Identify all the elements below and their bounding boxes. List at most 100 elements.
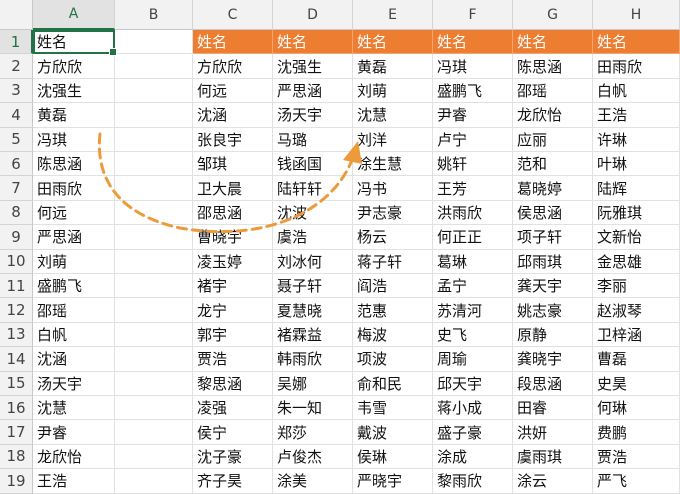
cell-c10[interactable]: 凌玉婷 [193, 249, 273, 274]
column-header-c[interactable]: C [193, 0, 273, 30]
cell-g11[interactable]: 龚天宇 [513, 274, 593, 299]
row-header[interactable]: 11 [0, 274, 33, 299]
cell-f17[interactable]: 盛子豪 [433, 420, 513, 445]
cell-g17[interactable]: 洪妍 [513, 420, 593, 445]
row-header[interactable]: 18 [0, 444, 33, 470]
cell-a5[interactable]: 冯琪 [33, 127, 115, 152]
cell-d18[interactable]: 卢俊杰 [273, 444, 353, 470]
cell-f9[interactable]: 何正正 [433, 225, 513, 250]
cell-h14[interactable]: 曹磊 [593, 347, 680, 372]
cell-b2[interactable] [115, 54, 193, 79]
cell-a6[interactable]: 陈思涵 [33, 152, 115, 177]
cell-d10[interactable]: 刘冰何 [273, 249, 353, 274]
cell-e3[interactable]: 刘萌 [353, 78, 433, 104]
cell-f5[interactable]: 卢宁 [433, 127, 513, 152]
cell-g15[interactable]: 段思涵 [513, 371, 593, 396]
cell-h1[interactable]: 姓名 [593, 30, 680, 55]
cell-g13[interactable]: 原静 [513, 322, 593, 348]
row-header[interactable]: 5 [0, 127, 33, 152]
cell-a2[interactable]: 方欣欣 [33, 54, 115, 79]
cell-f18[interactable]: 涂成 [433, 444, 513, 470]
cell-e4[interactable]: 沈慧 [353, 103, 433, 128]
cell-g3[interactable]: 邵瑶 [513, 78, 593, 104]
cell-h5[interactable]: 许琳 [593, 127, 680, 152]
row-header[interactable]: 16 [0, 396, 33, 421]
cell-h12[interactable]: 赵淑琴 [593, 298, 680, 323]
cell-h17[interactable]: 费鹏 [593, 420, 680, 445]
cell-d4[interactable]: 汤天宇 [273, 103, 353, 128]
cell-c17[interactable]: 侯宁 [193, 420, 273, 445]
cell-g5[interactable]: 应丽 [513, 127, 593, 152]
cell-h18[interactable]: 贾浩 [593, 444, 680, 470]
cell-d1[interactable]: 姓名 [273, 30, 353, 55]
cell-g4[interactable]: 龙欣怡 [513, 103, 593, 128]
cell-f6[interactable]: 姚轩 [433, 152, 513, 177]
cell-f13[interactable]: 史飞 [433, 322, 513, 348]
row-header[interactable]: 3 [0, 78, 33, 104]
cell-f12[interactable]: 苏清河 [433, 298, 513, 323]
row-header[interactable]: 6 [0, 152, 33, 177]
cell-c9[interactable]: 曹晓宇 [193, 225, 273, 250]
cell-a3[interactable]: 沈强生 [33, 78, 115, 104]
cell-h6[interactable]: 叶琳 [593, 152, 680, 177]
cell-h2[interactable]: 田雨欣 [593, 54, 680, 79]
cell-h7[interactable]: 陆辉 [593, 176, 680, 201]
cell-d14[interactable]: 韩雨欣 [273, 347, 353, 372]
cell-b7[interactable] [115, 176, 193, 201]
column-header-f[interactable]: F [433, 0, 513, 30]
cell-e13[interactable]: 梅波 [353, 322, 433, 348]
cell-b15[interactable] [115, 371, 193, 396]
cell-c5[interactable]: 张良宇 [193, 127, 273, 152]
row-header[interactable]: 2 [0, 54, 33, 79]
cell-d15[interactable]: 吴娜 [273, 371, 353, 396]
column-header-a[interactable]: A [33, 0, 115, 30]
cell-e17[interactable]: 戴波 [353, 420, 433, 445]
cell-e6[interactable]: 涂生慧 [353, 152, 433, 177]
cell-e7[interactable]: 冯书 [353, 176, 433, 201]
cell-e9[interactable]: 杨云 [353, 225, 433, 250]
cell-c3[interactable]: 何远 [193, 78, 273, 104]
cell-f2[interactable]: 冯琪 [433, 54, 513, 79]
row-header[interactable]: 9 [0, 225, 33, 250]
cell-f10[interactable]: 葛琳 [433, 249, 513, 274]
cell-h15[interactable]: 史昊 [593, 371, 680, 396]
cell-g14[interactable]: 龚晓宇 [513, 347, 593, 372]
row-header[interactable]: 8 [0, 200, 33, 226]
cell-c12[interactable]: 龙宁 [193, 298, 273, 323]
cell-c18[interactable]: 沈子豪 [193, 444, 273, 470]
cell-d8[interactable]: 沈波 [273, 200, 353, 226]
cell-a1[interactable]: 姓名 [33, 30, 115, 55]
cell-c6[interactable]: 邹琪 [193, 152, 273, 177]
cell-a13[interactable]: 白帆 [33, 322, 115, 348]
cell-e5[interactable]: 刘洋 [353, 127, 433, 152]
cell-g18[interactable]: 虞雨琪 [513, 444, 593, 470]
column-header-h[interactable]: H [593, 0, 680, 30]
cell-d12[interactable]: 夏慧晓 [273, 298, 353, 323]
cell-c1[interactable]: 姓名 [193, 30, 273, 55]
row-header[interactable]: 1 [0, 30, 33, 55]
row-header[interactable]: 14 [0, 347, 33, 372]
cell-e1[interactable]: 姓名 [353, 30, 433, 55]
cell-b13[interactable] [115, 322, 193, 348]
cell-h3[interactable]: 白帆 [593, 78, 680, 104]
cell-a12[interactable]: 邵瑶 [33, 298, 115, 323]
cell-d13[interactable]: 褚霖益 [273, 322, 353, 348]
cell-h4[interactable]: 王浩 [593, 103, 680, 128]
cell-b18[interactable] [115, 444, 193, 470]
cell-d16[interactable]: 朱一知 [273, 396, 353, 421]
cell-a14[interactable]: 沈涵 [33, 347, 115, 372]
cell-c14[interactable]: 贾浩 [193, 347, 273, 372]
cell-g10[interactable]: 邱雨琪 [513, 249, 593, 274]
cell-g8[interactable]: 侯思涵 [513, 200, 593, 226]
cell-b10[interactable] [115, 249, 193, 274]
cell-e15[interactable]: 俞和民 [353, 371, 433, 396]
cell-a15[interactable]: 汤天宇 [33, 371, 115, 396]
cell-f16[interactable]: 蒋小成 [433, 396, 513, 421]
cell-d5[interactable]: 马璐 [273, 127, 353, 152]
cell-d11[interactable]: 聂子轩 [273, 274, 353, 299]
cell-f1[interactable]: 姓名 [433, 30, 513, 55]
cell-a17[interactable]: 尹睿 [33, 420, 115, 445]
cell-b1[interactable] [115, 30, 193, 55]
cell-f4[interactable]: 尹睿 [433, 103, 513, 128]
cell-d17[interactable]: 郑莎 [273, 420, 353, 445]
